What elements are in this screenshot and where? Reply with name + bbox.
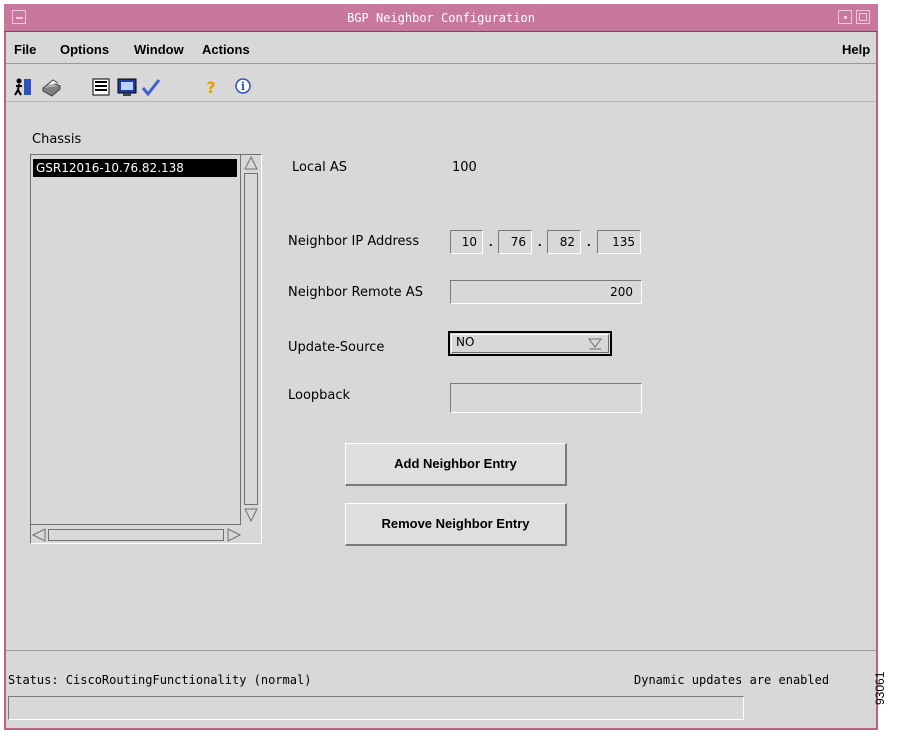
- maximize-button[interactable]: [856, 10, 870, 24]
- ip-dot-3: .: [587, 234, 591, 249]
- check-icon: [141, 79, 161, 97]
- chevron-down-icon: [588, 338, 602, 350]
- chassis-list-content: GSR12016-10.76.82.138: [31, 155, 241, 525]
- check-button[interactable]: [140, 76, 162, 98]
- update-source-label: Update-Source: [288, 340, 385, 355]
- neighbor-ip-octet-4[interactable]: 135: [597, 230, 641, 254]
- loopback-field[interactable]: [450, 383, 642, 413]
- local-as-label: Local AS: [292, 160, 347, 175]
- chassis-label: Chassis: [32, 132, 82, 147]
- dynamic-updates-status: Dynamic updates are enabled: [634, 673, 830, 687]
- remote-as-field[interactable]: 200: [450, 280, 642, 304]
- svg-text:?: ?: [206, 78, 215, 97]
- monitor-button[interactable]: [116, 76, 138, 98]
- ip-dot-1: .: [489, 234, 493, 249]
- print-button[interactable]: [40, 76, 62, 98]
- exit-button[interactable]: [12, 76, 34, 98]
- ip-dot-2: .: [538, 234, 542, 249]
- update-source-value: NO: [456, 335, 475, 349]
- info-button[interactable]: i: [232, 76, 254, 98]
- menu-actions[interactable]: Actions: [202, 42, 250, 57]
- figure-id: 93061: [873, 671, 887, 705]
- neighbor-ip-label: Neighbor IP Address: [288, 234, 420, 249]
- vertical-scroll-thumb[interactable]: [244, 173, 258, 505]
- toolbar: ? i: [6, 66, 876, 102]
- minimize-icon: [844, 16, 847, 19]
- status-text: Status: CiscoRoutingFunctionality (norma…: [8, 673, 312, 687]
- chassis-horizontal-scrollbar[interactable]: [31, 527, 243, 543]
- help-icon: ?: [206, 78, 215, 97]
- local-as-value: 100: [452, 160, 477, 175]
- chassis-list[interactable]: GSR12016-10.76.82.138: [30, 154, 262, 544]
- minimize-button[interactable]: [838, 10, 852, 24]
- menu-help[interactable]: Help: [842, 42, 870, 57]
- neighbor-ip-octet-3[interactable]: 82: [547, 230, 581, 254]
- add-neighbor-entry-button[interactable]: Add Neighbor Entry: [345, 443, 567, 486]
- loopback-label: Loopback: [288, 388, 351, 403]
- scroll-down-icon[interactable]: [243, 507, 259, 523]
- menu-window[interactable]: Window: [134, 42, 184, 57]
- scroll-left-icon[interactable]: [31, 527, 47, 543]
- neighbor-ip-octet-2[interactable]: 76: [498, 230, 532, 254]
- menu-bar: File Options Window Actions Help: [6, 34, 876, 64]
- print-icon: [42, 79, 61, 97]
- update-source-select[interactable]: NO: [448, 331, 612, 356]
- svg-text:i: i: [241, 80, 245, 93]
- scroll-up-icon[interactable]: [243, 155, 259, 171]
- neighbor-ip-octet-1[interactable]: 10: [450, 230, 483, 254]
- list-button[interactable]: [90, 76, 112, 98]
- horizontal-scroll-thumb[interactable]: [48, 529, 224, 541]
- chassis-vertical-scrollbar[interactable]: [243, 155, 259, 525]
- menu-options[interactable]: Options: [60, 42, 109, 57]
- help-button[interactable]: ?: [200, 76, 222, 98]
- list-icon: [92, 78, 110, 96]
- remove-neighbor-entry-button[interactable]: Remove Neighbor Entry: [345, 503, 567, 546]
- chassis-list-item[interactable]: GSR12016-10.76.82.138: [33, 159, 237, 177]
- menu-file[interactable]: File: [14, 42, 36, 57]
- remote-as-label: Neighbor Remote AS: [288, 285, 423, 300]
- status-message-field: [8, 696, 744, 720]
- info-icon: i: [235, 78, 251, 94]
- title-bar[interactable]: BGP Neighbor Configuration: [4, 4, 878, 32]
- monitor-icon: [117, 78, 137, 96]
- window-title: BGP Neighbor Configuration: [347, 11, 535, 25]
- maximize-icon: [859, 13, 867, 21]
- status-divider: [6, 650, 876, 651]
- scroll-right-icon[interactable]: [226, 527, 242, 543]
- exit-icon: [14, 78, 31, 96]
